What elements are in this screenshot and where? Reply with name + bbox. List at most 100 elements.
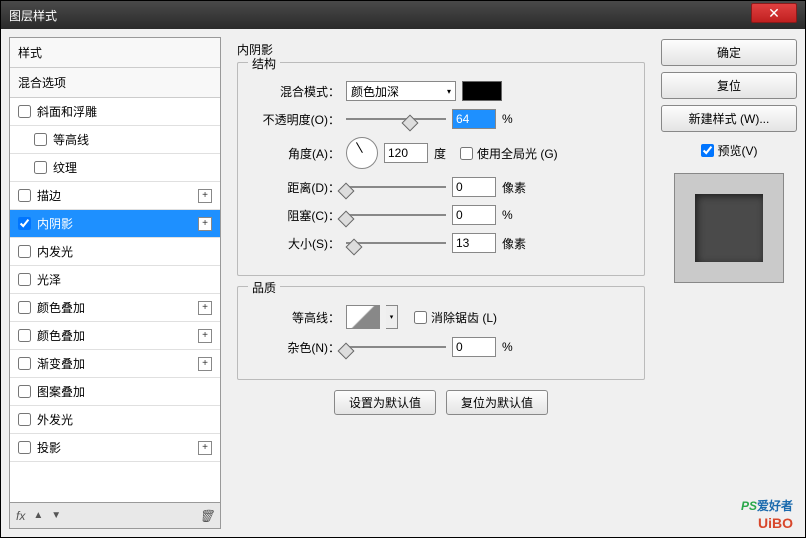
contour-label: 等高线： bbox=[252, 309, 340, 326]
style-item-checkbox[interactable] bbox=[34, 133, 47, 146]
global-light-checkbox[interactable]: 使用全局光 (G) bbox=[460, 145, 558, 162]
distance-input[interactable] bbox=[452, 177, 496, 197]
distance-slider[interactable] bbox=[346, 179, 446, 195]
blend-options-header[interactable]: 混合选项 bbox=[10, 68, 220, 98]
add-effect-icon[interactable]: + bbox=[198, 329, 212, 343]
structure-fieldset: 结构 混合模式： 颜色加深 ▾ 不透明度(O)： % 角度(A)： bbox=[237, 62, 645, 276]
add-effect-icon[interactable]: + bbox=[198, 441, 212, 455]
style-item-label: 投影 bbox=[37, 439, 192, 456]
blend-mode-select[interactable]: 颜色加深 ▾ bbox=[346, 81, 456, 101]
choke-input[interactable] bbox=[452, 205, 496, 225]
style-item[interactable]: 颜色叠加 + bbox=[10, 322, 220, 350]
style-item[interactable]: 等高线 bbox=[10, 126, 220, 154]
noise-slider[interactable] bbox=[346, 339, 446, 355]
style-item-label: 图案叠加 bbox=[37, 383, 212, 400]
watermark-ps: PS bbox=[741, 499, 757, 513]
add-effect-icon[interactable]: + bbox=[198, 301, 212, 315]
ok-button[interactable]: 确定 bbox=[661, 39, 797, 66]
choke-slider[interactable] bbox=[346, 207, 446, 223]
reset-default-button[interactable]: 复位为默认值 bbox=[446, 390, 548, 415]
style-item[interactable]: 光泽 bbox=[10, 266, 220, 294]
opacity-unit: % bbox=[502, 112, 513, 126]
arrow-down-icon[interactable]: ▼ bbox=[51, 510, 61, 521]
watermark: PS爱好者 UiBO bbox=[741, 497, 793, 531]
style-item-label: 渐变叠加 bbox=[37, 355, 192, 372]
antialias-checkbox[interactable]: 消除锯齿 (L) bbox=[414, 309, 497, 326]
angle-dial[interactable] bbox=[346, 137, 378, 169]
style-item-checkbox[interactable] bbox=[18, 413, 31, 426]
style-item[interactable]: 渐变叠加 + bbox=[10, 350, 220, 378]
style-item-label: 外发光 bbox=[37, 411, 212, 428]
fx-label: fx bbox=[16, 509, 25, 523]
watermark-rest: 爱好者 bbox=[757, 499, 793, 513]
style-item[interactable]: 内发光 bbox=[10, 238, 220, 266]
style-item-checkbox[interactable] bbox=[18, 217, 31, 230]
add-effect-icon[interactable]: + bbox=[198, 217, 212, 231]
style-item-checkbox[interactable] bbox=[18, 105, 31, 118]
angle-label: 角度(A)： bbox=[252, 145, 340, 162]
style-item-label: 描边 bbox=[37, 187, 192, 204]
preview-label: 预览(V) bbox=[718, 142, 758, 159]
preview-checkbox[interactable]: 预览(V) bbox=[661, 142, 797, 159]
global-light-check[interactable] bbox=[460, 147, 473, 160]
distance-unit: 像素 bbox=[502, 179, 526, 196]
style-item[interactable]: 投影 + bbox=[10, 434, 220, 462]
style-item[interactable]: 颜色叠加 + bbox=[10, 294, 220, 322]
style-item-label: 颜色叠加 bbox=[37, 299, 192, 316]
style-item-checkbox[interactable] bbox=[18, 385, 31, 398]
reset-button[interactable]: 复位 bbox=[661, 72, 797, 99]
trash-icon[interactable]: 🗑 bbox=[199, 509, 214, 523]
size-slider[interactable] bbox=[346, 235, 446, 251]
close-button[interactable]: ✕ bbox=[751, 3, 797, 23]
quality-fieldset: 品质 等高线： ▾ 消除锯齿 (L) 杂色(N)： % bbox=[237, 286, 645, 380]
style-item-label: 颜色叠加 bbox=[37, 327, 192, 344]
choke-unit: % bbox=[502, 208, 513, 222]
style-item-checkbox[interactable] bbox=[18, 301, 31, 314]
style-item-label: 光泽 bbox=[37, 271, 212, 288]
opacity-input[interactable] bbox=[452, 109, 496, 129]
size-input[interactable] bbox=[452, 233, 496, 253]
size-label: 大小(S)： bbox=[252, 235, 340, 252]
angle-input[interactable] bbox=[384, 143, 428, 163]
opacity-slider[interactable] bbox=[346, 111, 446, 127]
style-item-checkbox[interactable] bbox=[18, 329, 31, 342]
set-default-button[interactable]: 设置为默认值 bbox=[334, 390, 436, 415]
style-item-checkbox[interactable] bbox=[34, 161, 47, 174]
antialias-label: 消除锯齿 (L) bbox=[431, 309, 497, 326]
dialog-window: 图层样式 ✕ 样式 混合选项 斜面和浮雕等高线纹理描边+内阴影+内发光光泽颜色叠… bbox=[0, 0, 806, 538]
style-item-checkbox[interactable] bbox=[18, 357, 31, 370]
style-item[interactable]: 外发光 bbox=[10, 406, 220, 434]
style-item[interactable]: 描边 + bbox=[10, 182, 220, 210]
style-item-label: 纹理 bbox=[53, 159, 212, 176]
arrow-up-icon[interactable]: ▲ bbox=[33, 510, 43, 521]
style-item[interactable]: 图案叠加 bbox=[10, 378, 220, 406]
size-unit: 像素 bbox=[502, 235, 526, 252]
contour-swatch[interactable] bbox=[346, 305, 380, 329]
style-item-checkbox[interactable] bbox=[18, 245, 31, 258]
shadow-color-swatch[interactable] bbox=[462, 81, 502, 101]
window-title: 图层样式 bbox=[9, 7, 751, 24]
style-item-checkbox[interactable] bbox=[18, 273, 31, 286]
add-effect-icon[interactable]: + bbox=[198, 189, 212, 203]
add-effect-icon[interactable]: + bbox=[198, 357, 212, 371]
choke-label: 阻塞(C)： bbox=[252, 207, 340, 224]
structure-legend: 结构 bbox=[248, 55, 280, 72]
style-item-checkbox[interactable] bbox=[18, 441, 31, 454]
styles-header[interactable]: 样式 bbox=[10, 38, 220, 68]
quality-legend: 品质 bbox=[248, 279, 280, 296]
contour-dropdown[interactable]: ▾ bbox=[386, 305, 398, 329]
noise-input[interactable] bbox=[452, 337, 496, 357]
antialias-check[interactable] bbox=[414, 311, 427, 324]
left-footer: fx ▲ ▼ 🗑 bbox=[9, 503, 221, 529]
preview-check[interactable] bbox=[701, 144, 714, 157]
distance-label: 距离(D)： bbox=[252, 179, 340, 196]
blend-mode-label: 混合模式： bbox=[252, 83, 340, 100]
style-item[interactable]: 纹理 bbox=[10, 154, 220, 182]
style-item[interactable]: 斜面和浮雕 bbox=[10, 98, 220, 126]
style-item-checkbox[interactable] bbox=[18, 189, 31, 202]
noise-unit: % bbox=[502, 340, 513, 354]
chevron-down-icon: ▾ bbox=[447, 87, 451, 96]
new-style-button[interactable]: 新建样式 (W)... bbox=[661, 105, 797, 132]
style-item-label: 内发光 bbox=[37, 243, 212, 260]
style-item[interactable]: 内阴影+ bbox=[10, 210, 220, 238]
